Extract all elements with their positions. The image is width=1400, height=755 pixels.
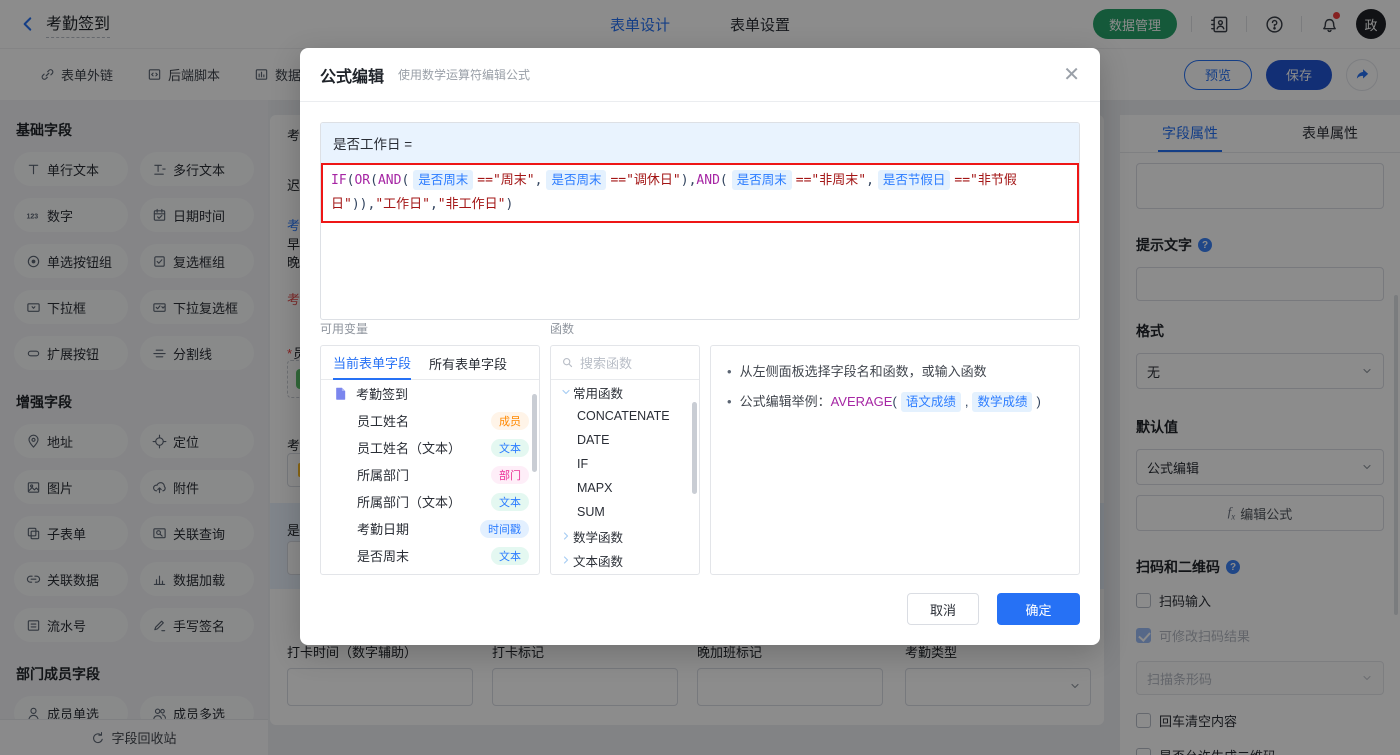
formula-token: AND <box>696 173 720 188</box>
formula-token: IF <box>331 173 347 188</box>
formula-editor-modal: 公式编辑 使用数学运算符编辑公式 ✕ 是否工作日 = IF(OR(AND(是否周… <box>300 48 1100 645</box>
formula-token: ( <box>370 173 378 188</box>
search-icon <box>561 356 574 369</box>
modal-title: 公式编辑 <box>320 68 385 86</box>
formula-result-label: 是否工作日 = <box>321 123 1079 163</box>
function-item[interactable]: MAPX <box>551 476 699 500</box>
variables-scrollbar[interactable] <box>532 394 537 472</box>
search-placeholder: 搜索函数 <box>580 356 633 371</box>
formula-token: AND <box>377 173 402 188</box>
variables-label: 可用变量 <box>320 322 369 336</box>
functions-panel: 搜索函数 常用函数 CONCATENATE DATE IF MAPX SUM 数学函数 … <box>550 345 700 575</box>
chevron-down-icon <box>559 386 573 398</box>
tip-example-line: • 公式编辑举例：AVERAGE(语文成绩, 数学成绩) <box>727 390 1063 414</box>
function-item[interactable]: CONCATENATE <box>551 404 699 428</box>
function-group[interactable]: 文本函数 <box>551 548 699 572</box>
field-chip[interactable]: 是否周末 <box>731 170 792 190</box>
function-group[interactable]: 常用函数 <box>551 380 699 404</box>
function-group[interactable]: 数学函数 <box>551 524 699 548</box>
field-type-badge: 文本 <box>491 438 529 457</box>
formula-token: )), <box>351 197 376 212</box>
formula-token: "工作日" <box>375 197 430 212</box>
field-type-badge: 文本 <box>491 492 529 511</box>
chevron-right-icon <box>559 530 573 542</box>
formula-code-area[interactable]: IF(OR(AND(是否周末 =="周末", 是否周末 =="调休日"),AND(是否… <box>321 163 1079 223</box>
formula-token: =="周末" <box>477 173 535 188</box>
tab-all-form-fields[interactable]: 所有表单字段 <box>429 347 507 379</box>
field-type-badge: 部门 <box>491 465 529 484</box>
variable-tabs: 当前表单字段 所有表单字段 <box>321 346 539 380</box>
formula-token: OR <box>354 173 371 188</box>
close-icon[interactable]: ✕ <box>1063 65 1080 85</box>
formula-editor: 是否工作日 = IF(OR(AND(是否周末 =="周末", 是否周末 =="调休日"… <box>320 122 1080 320</box>
chevron-right-icon <box>559 554 573 566</box>
form-doc-icon <box>333 386 348 401</box>
formula-token: =="非周末" <box>795 173 867 188</box>
function-search[interactable]: 搜索函数 <box>551 346 699 380</box>
formula-token: , <box>429 197 438 212</box>
field-type-badge: 文本 <box>491 546 529 565</box>
functions-label: 函数 <box>550 322 575 336</box>
variable-item[interactable]: 文本 <box>321 569 539 574</box>
function-item[interactable]: IF <box>551 452 699 476</box>
variable-item[interactable]: 员工姓名 成员 <box>321 407 539 434</box>
function-item[interactable]: SUM <box>551 500 699 524</box>
formula-token: ( <box>401 173 410 188</box>
variable-item[interactable]: 所属部门 部门 <box>321 461 539 488</box>
formula-expression[interactable]: IF(OR(AND(是否周末 =="周末", 是否周末 =="调休日"),AND(是否… <box>321 163 1079 223</box>
field-type-badge: 文本 <box>491 573 529 574</box>
cancel-button[interactable]: 取消 <box>907 593 979 625</box>
field-chip[interactable]: 是否周末 <box>413 170 474 190</box>
modal-subtitle: 使用数学运算符编辑公式 <box>398 68 531 82</box>
modal-footer: 取消 确定 <box>907 593 1080 625</box>
tip-line: • 从左侧面板选择字段名和函数，或输入函数 <box>727 364 987 379</box>
tab-current-form-fields[interactable]: 当前表单字段 <box>333 346 412 380</box>
variable-item[interactable]: 是否周末 文本 <box>321 542 539 569</box>
field-type-badge: 时间戳 <box>480 519 529 538</box>
function-item[interactable]: DATE <box>551 428 699 452</box>
formula-token: , <box>866 173 874 188</box>
formula-token: =="调休日" <box>610 173 681 188</box>
variable-item[interactable]: 员工姓名（文本） 文本 <box>321 434 539 461</box>
formula-token: , <box>534 173 543 188</box>
modal-header: 公式编辑 使用数学运算符编辑公式 ✕ <box>300 48 1100 102</box>
field-chip: 数学成绩 <box>972 392 1033 412</box>
formula-token: "非工作日" <box>437 197 506 212</box>
field-chip[interactable]: 是否周末 <box>546 170 607 190</box>
tree-root[interactable]: 考勤签到 <box>321 380 539 407</box>
variable-item[interactable]: 考勤日期 时间戳 <box>321 515 539 542</box>
field-type-badge: 成员 <box>491 411 529 430</box>
tips-panel: • 从左侧面板选择字段名和函数，或输入函数 • 公式编辑举例：AVERAGE(语文… <box>710 345 1080 575</box>
variables-panel: 当前表单字段 所有表单字段 考勤签到 员工姓名 成员 员工姓名（文本） 文本 所… <box>320 345 540 575</box>
field-chip: 语文成绩 <box>900 392 961 412</box>
variable-item[interactable]: 所属部门（文本） 文本 <box>321 488 539 515</box>
formula-token: ), <box>680 173 697 188</box>
formula-token: ( <box>719 173 728 188</box>
confirm-button[interactable]: 确定 <box>997 593 1080 625</box>
functions-scrollbar[interactable] <box>692 402 697 494</box>
field-chip[interactable]: 是否节假日 <box>877 170 951 190</box>
formula-token: ) <box>505 197 514 212</box>
